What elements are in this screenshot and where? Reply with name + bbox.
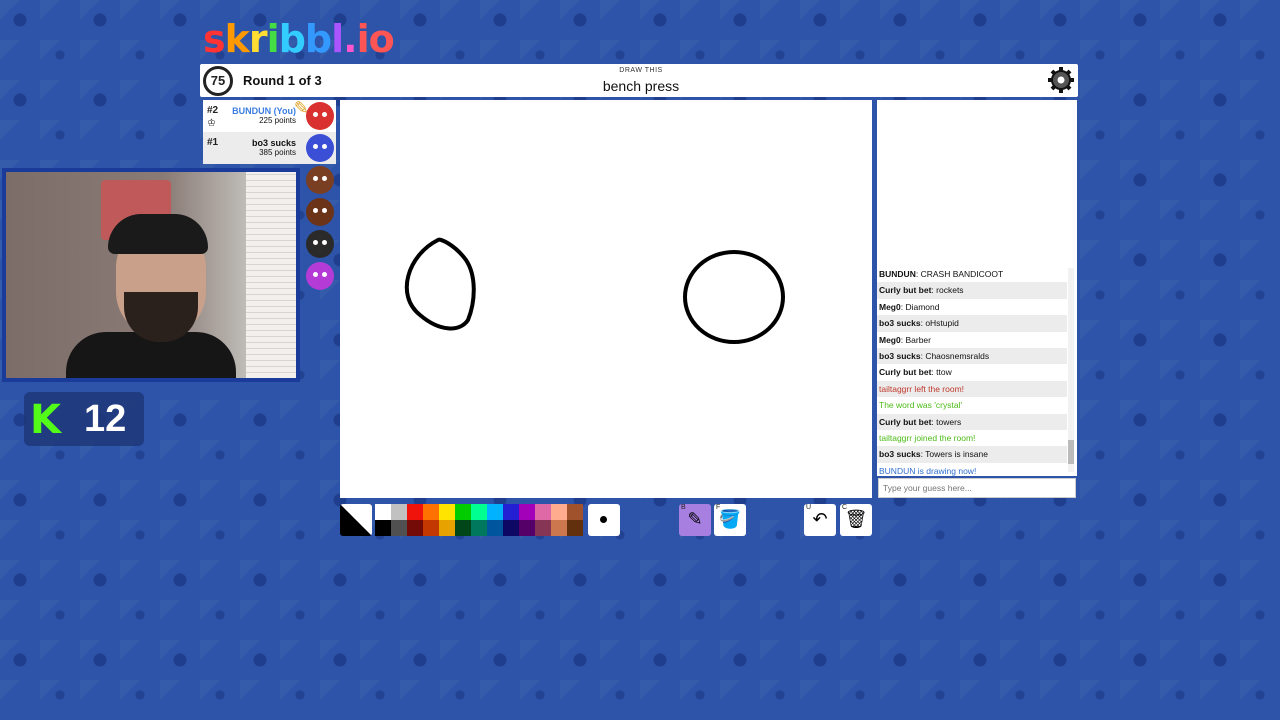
palette-color-swatch[interactable] xyxy=(551,504,567,520)
palette-color-swatch[interactable] xyxy=(503,520,519,536)
chat-message: Meg0: Diamond xyxy=(879,301,940,312)
palette-color-swatch[interactable] xyxy=(375,504,391,520)
palette-color-swatch[interactable] xyxy=(471,520,487,536)
chat-scrollbar[interactable] xyxy=(1068,268,1074,472)
fill-tool-button[interactable]: F 🪣 xyxy=(714,504,746,536)
chat-message: Curly but bet: rockets xyxy=(877,282,1067,299)
settings-gear-icon[interactable] xyxy=(1047,66,1075,94)
chat-log: BUNDUN: CRASH BANDICOOT Curly but bet: r… xyxy=(877,266,1077,476)
player-entry-bo3-sucks[interactable]: #1 bo3 sucks 385 points xyxy=(203,132,336,164)
timer-clock-icon: 75 xyxy=(203,66,233,96)
chat-system-message: tailtaggrr joined the room! xyxy=(879,432,976,443)
player-name: bo3 sucks xyxy=(251,138,296,148)
palette-color-swatch[interactable] xyxy=(519,520,535,536)
pencil-icon: ✎ xyxy=(687,509,703,530)
palette-color-swatch[interactable] xyxy=(471,504,487,520)
palette-color-swatch[interactable] xyxy=(503,504,519,520)
shortcut-key: B xyxy=(681,504,686,511)
window-blinds xyxy=(246,172,296,378)
viewer-count: 12 xyxy=(84,398,127,440)
palette-color-swatch[interactable] xyxy=(551,520,567,536)
player-points: 385 points xyxy=(259,148,296,157)
trash-icon: 🗑 xyxy=(844,509,868,530)
player-rank: #2 xyxy=(207,105,219,116)
shortcut-key: C xyxy=(842,504,848,511)
avatar xyxy=(306,230,334,258)
palette-color-swatch[interactable] xyxy=(567,520,583,536)
current-color-swatch[interactable] xyxy=(340,504,372,536)
player-entry-bundun[interactable]: #2 ♔ BUNDUN (You) 225 points ✎ xyxy=(203,98,336,132)
palette-color-swatch[interactable] xyxy=(423,504,439,520)
palette-color-swatch[interactable] xyxy=(423,520,439,536)
palette-color-swatch[interactable] xyxy=(487,504,503,520)
guess-input[interactable] xyxy=(878,478,1076,498)
palette-color-swatch[interactable] xyxy=(519,504,535,520)
scrollbar-thumb[interactable] xyxy=(1068,440,1074,464)
palette-color-swatch[interactable] xyxy=(455,520,471,536)
skribbl-logo: skribbl.io xyxy=(203,17,395,61)
avatar xyxy=(306,134,334,162)
stroke-left-shape xyxy=(404,237,476,331)
palette-color-swatch[interactable] xyxy=(439,504,455,520)
game-header: 75 Round 1 of 3 DRAW THIS bench press xyxy=(200,64,1078,97)
palette-color-swatch[interactable] xyxy=(391,520,407,536)
player-name: BUNDUN (You) xyxy=(232,106,296,116)
palette-color-swatch[interactable] xyxy=(487,520,503,536)
palette-color-swatch[interactable] xyxy=(407,520,423,536)
canvas-drawing xyxy=(404,237,785,344)
palette-color-swatch[interactable] xyxy=(535,504,551,520)
kick-viewer-badge: K 12 xyxy=(24,392,144,446)
drawing-canvas[interactable] xyxy=(340,100,872,498)
palette-color-swatch[interactable] xyxy=(407,504,423,520)
draw-this-label: DRAW THIS xyxy=(619,67,663,74)
shortcut-key: U xyxy=(806,504,812,511)
chat-message: bo3 sucks: oHstupid xyxy=(877,315,1067,332)
stroke-right-shape xyxy=(683,250,785,344)
palette-color-swatch[interactable] xyxy=(375,520,391,536)
palette-color-swatch[interactable] xyxy=(391,504,407,520)
chat-system-message: tailtaggrr left the room! xyxy=(877,380,1067,398)
chat-message: bo3 sucks: Chaosnemsralds xyxy=(877,347,1067,365)
palette-color-swatch[interactable] xyxy=(567,504,583,520)
avatar xyxy=(306,198,334,226)
shortcut-key: F xyxy=(716,504,721,511)
fill-icon: 🪣 xyxy=(718,509,742,530)
crown-icon: ♔ xyxy=(207,118,216,129)
chat-message: BUNDUN: CRASH BANDICOOT xyxy=(879,269,1004,279)
brush-size-selector[interactable] xyxy=(588,504,620,536)
chat-message: bo3 sucks: Towers is insane xyxy=(877,446,1067,463)
chat-system-message: The word was 'crystal' xyxy=(879,400,963,411)
chat-blank-area xyxy=(877,100,1077,266)
palette-color-swatch[interactable] xyxy=(535,520,551,536)
color-palette xyxy=(375,504,583,536)
player-rank: #1 xyxy=(207,137,219,148)
undo-button[interactable]: U ↶ xyxy=(804,504,836,536)
chat-system-message: BUNDUN is drawing now! xyxy=(879,465,977,476)
avatar xyxy=(306,262,334,290)
palette-color-swatch[interactable] xyxy=(439,520,455,536)
word-to-draw: bench press xyxy=(602,78,680,94)
avatar xyxy=(306,166,334,194)
undo-icon: ↶ xyxy=(812,509,828,530)
webcam-overlay xyxy=(2,168,300,382)
chat-message: Curly but bet: ttow xyxy=(879,367,952,378)
clear-canvas-button[interactable]: C 🗑 xyxy=(840,504,872,536)
streamer-cap xyxy=(108,214,208,254)
kick-logo-icon: K xyxy=(30,397,61,443)
chat-message: Meg0: Barber xyxy=(879,334,931,345)
pencil-tool-button[interactable]: B ✎ xyxy=(679,504,711,536)
palette-color-swatch[interactable] xyxy=(455,504,471,520)
avatar xyxy=(306,102,334,130)
chat-message: Curly but bet: towers xyxy=(877,413,1067,430)
player-points: 225 points xyxy=(259,116,296,125)
